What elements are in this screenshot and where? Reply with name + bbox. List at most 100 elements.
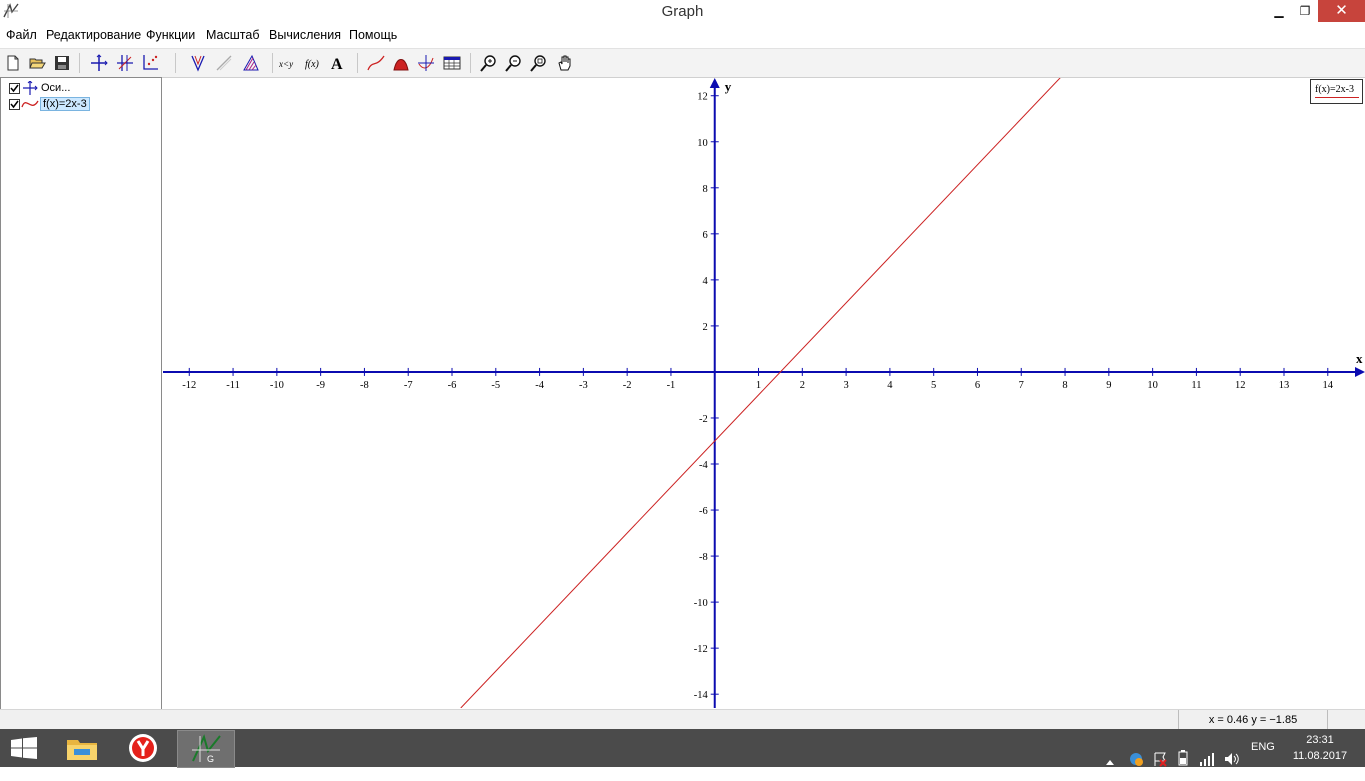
close-button[interactable]: ✕ (1318, 0, 1365, 22)
yandex-browser-icon (129, 734, 157, 762)
y-tick-label: -12 (694, 644, 708, 655)
y-tick-label: -10 (694, 598, 708, 609)
save-disk-icon[interactable] (53, 54, 71, 72)
axes-icon[interactable] (90, 54, 108, 72)
graph-taskbar-button[interactable]: G (177, 730, 235, 768)
y-tick-label: -2 (699, 414, 708, 425)
x-tick-label: 13 (1279, 380, 1290, 391)
area-icon[interactable] (392, 54, 410, 72)
yandex-browser-button[interactable] (115, 730, 171, 766)
menu-calculations[interactable]: Вычисления (269, 28, 341, 42)
insert-shading-icon[interactable] (242, 54, 260, 72)
menu-bar: Файл Редактирование Функции Масштаб Вычи… (0, 24, 1365, 47)
insert-tangent-icon[interactable] (215, 54, 233, 72)
x-tick-label: 7 (1019, 380, 1024, 391)
wifi-signal-icon[interactable] (1199, 740, 1215, 778)
function-list-panel: Оси... f(x)=2x-3 (0, 77, 162, 710)
function-curve-icon (21, 100, 39, 108)
y-axis-arrow (709, 78, 720, 88)
x-tick-label: -7 (404, 380, 413, 391)
network-globe-icon[interactable] (1128, 740, 1144, 778)
menu-help[interactable]: Помощь (349, 28, 397, 42)
x-tick-label: 2 (800, 380, 805, 391)
battery-icon[interactable] (1176, 739, 1190, 777)
menu-file[interactable]: Файл (6, 28, 37, 42)
axes-checkbox[interactable] (9, 83, 20, 94)
svg-text:G: G (207, 754, 214, 764)
file-explorer-icon (67, 740, 97, 760)
zoom-window-icon[interactable] (530, 54, 548, 72)
x-tick-label: 3 (843, 380, 848, 391)
open-folder-icon[interactable] (28, 54, 46, 72)
svg-text:f(x): f(x) (305, 59, 320, 70)
function-checkbox[interactable] (9, 99, 20, 110)
legend-label: f(x)=2x-3 (1315, 84, 1354, 95)
y-tick-label: -4 (699, 460, 708, 471)
graph-plot-area[interactable]: x y -12 -11 -10 -9 -8 -7 -6 -5 -4 -3 -2 -1 1 2 3 4 5 6 7 8 9 10… (163, 78, 1365, 708)
y-tick-label: -8 (699, 552, 708, 563)
y-tick-label: 6 (702, 230, 707, 241)
svg-text:A: A (331, 56, 343, 72)
status-bar: x = 0.46 y = −1.85 (0, 709, 1365, 730)
zoom-in-icon[interactable] (480, 54, 498, 72)
file-explorer-button[interactable] (54, 730, 110, 766)
legend[interactable]: f(x)=2x-3 (1310, 79, 1363, 104)
windows-taskbar: G ENG 23:31 11.08.2017 (0, 729, 1365, 768)
menu-functions[interactable]: Функции (146, 28, 195, 42)
menu-scale[interactable]: Масштаб (206, 28, 259, 42)
x-tick-label: -4 (535, 380, 544, 391)
y-axis-label: y (725, 79, 732, 94)
menu-edit[interactable]: Редактирование (46, 28, 141, 42)
action-center-flag-icon[interactable] (1152, 740, 1168, 778)
insert-point-icon[interactable] (417, 54, 435, 72)
clock-time[interactable]: 23:31 (1290, 734, 1350, 748)
x-tick-label: 6 (975, 380, 980, 391)
x-tick-label: -10 (270, 380, 284, 391)
insert-function-icon[interactable] (189, 54, 207, 72)
windows-start-icon[interactable] (10, 737, 38, 759)
new-file-icon[interactable] (4, 54, 22, 72)
table-icon[interactable] (443, 54, 461, 72)
relation-xy-icon[interactable]: x<y (279, 54, 297, 72)
maximize-button[interactable]: ❐ (1292, 0, 1318, 22)
x-tick-label: -8 (360, 380, 369, 391)
clock-date[interactable]: 11.08.2017 (1290, 750, 1350, 764)
tree-item-label: f(x)=2x-3 (40, 97, 90, 111)
insert-label-icon[interactable]: A (330, 54, 348, 72)
y-tick-label: -14 (694, 690, 709, 701)
y-tick-label: 8 (702, 184, 707, 195)
x-tick-label: -12 (182, 380, 196, 391)
y-tick-label: 2 (702, 322, 707, 333)
cursor-coordinates: x = 0.46 y = −1.85 (1178, 710, 1328, 730)
minimize-button[interactable]: ▁ (1266, 0, 1292, 22)
y-tick-label: 10 (697, 138, 708, 149)
y-tick-label: 4 (702, 276, 708, 287)
x-tick-label: 1 (756, 380, 761, 391)
axes-icon (23, 81, 38, 95)
title-bar: Graph ▁ ❐ ✕ (0, 0, 1365, 24)
svg-text:x<y: x<y (279, 59, 293, 69)
x-tick-label: 14 (1323, 380, 1334, 391)
toolbar-separator (175, 53, 176, 73)
evaluate-icon[interactable] (367, 54, 385, 72)
x-tick-label: -9 (316, 380, 325, 391)
x-tick-label: 5 (931, 380, 936, 391)
x-tick-label: 12 (1235, 380, 1246, 391)
graph-app-icon: G (192, 734, 221, 764)
tree-item-label: Оси... (41, 82, 71, 94)
x-axis-arrow (1355, 366, 1365, 377)
pan-hand-icon[interactable] (556, 54, 574, 72)
toolbar-separator (470, 53, 471, 73)
x-tick-label: 8 (1062, 380, 1067, 391)
insert-point-series-icon[interactable] (116, 54, 134, 72)
zoom-out-icon[interactable] (505, 54, 523, 72)
function-line-f-x (460, 78, 1061, 708)
x-tick-label: 11 (1191, 380, 1201, 391)
volume-icon[interactable] (1223, 740, 1239, 778)
custom-function-icon[interactable]: f(x) (305, 54, 323, 72)
language-indicator[interactable]: ENG (1251, 741, 1275, 755)
x-tick-label: -1 (667, 380, 676, 391)
show-hidden-icons-arrow[interactable] (1105, 743, 1115, 781)
function-graph[interactable]: xy-12 -11 -10 -9 -8 -7 -6 -5 -4 -3 -2 -1 1 2 3 4 5 6 7 8 9 10… (163, 78, 1365, 708)
insert-relation-icon[interactable] (141, 54, 159, 72)
